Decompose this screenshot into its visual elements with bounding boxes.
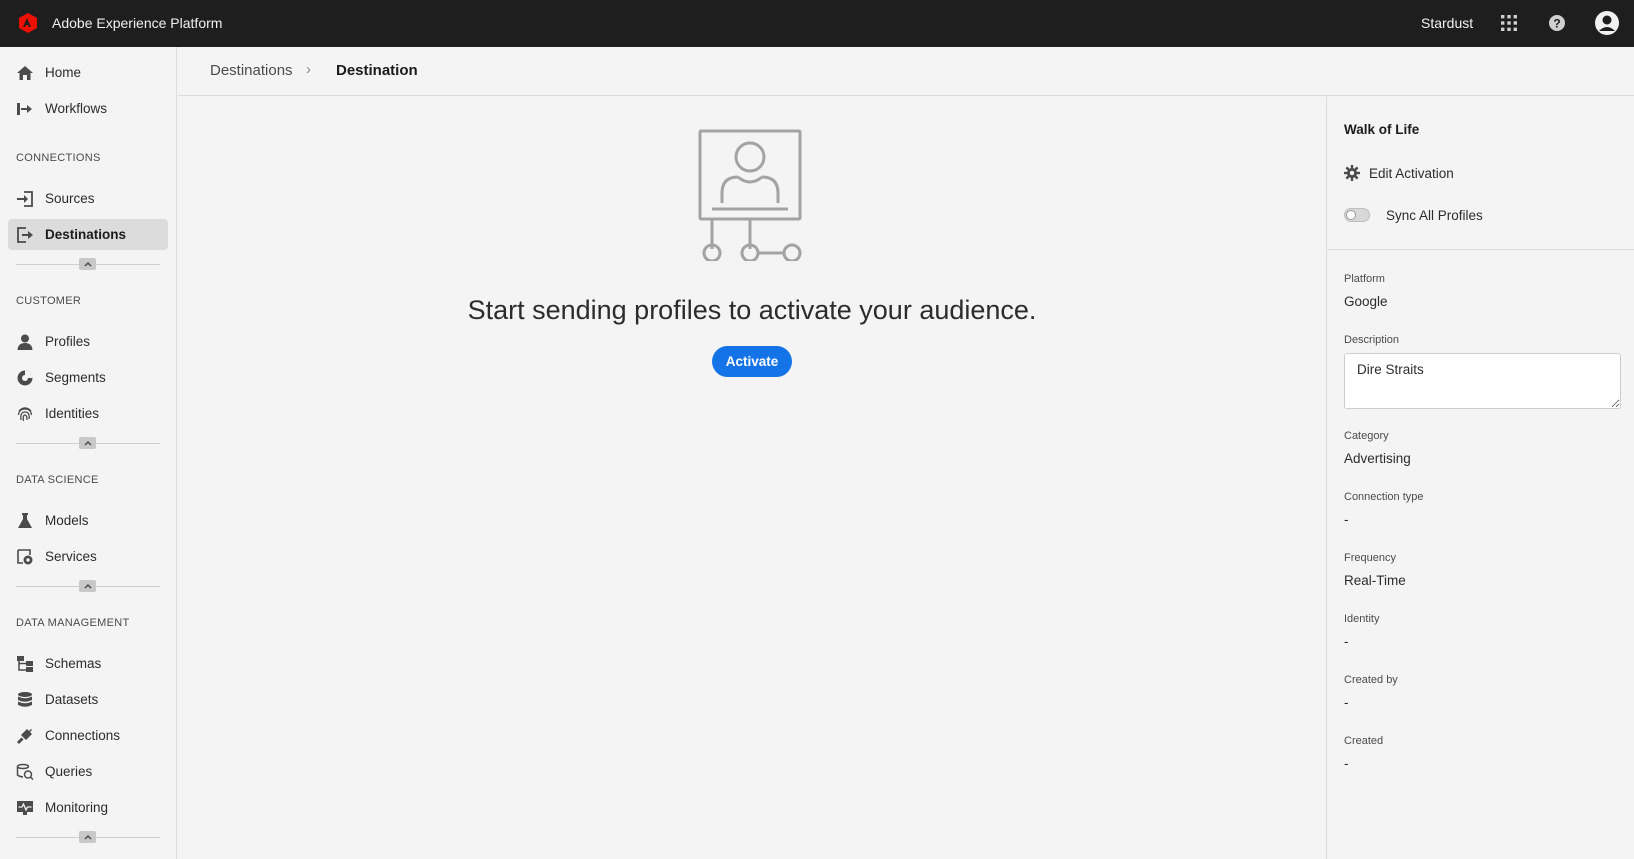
user-avatar-icon[interactable] [1594, 10, 1620, 36]
sync-all-profiles-toggle[interactable]: Sync All Profiles [1344, 205, 1483, 225]
nav-item-workflows[interactable]: Workflows [8, 93, 168, 124]
nav-item-profiles[interactable]: Profiles [8, 326, 168, 357]
activate-button[interactable]: Activate [712, 346, 792, 377]
nav-item-label: Models [45, 513, 89, 528]
breadcrumb-destinations[interactable]: Destinations [210, 62, 293, 79]
plug-icon [16, 727, 34, 745]
nav-item-label: Destinations [45, 227, 127, 242]
nav-item-label: Datasets [45, 692, 99, 707]
nav-item-label: Home [45, 65, 82, 80]
nav-item-sources[interactable]: Sources [8, 183, 168, 214]
collapse-chevron-up-icon[interactable] [79, 831, 96, 843]
edit-activation-label: Edit Activation [1369, 165, 1454, 181]
category-label: Category [1344, 430, 1389, 442]
org-switcher[interactable]: Stardust [1421, 15, 1473, 31]
gear-icon [1344, 165, 1360, 181]
nav-item-label: Profiles [45, 334, 91, 349]
breadcrumb-separator-icon: › [306, 61, 311, 78]
toggle-switch[interactable] [1344, 208, 1370, 222]
nav-item-monitoring[interactable]: Monitoring [8, 792, 168, 823]
svg-text:?: ? [1553, 17, 1560, 31]
section-label-data-science: DATA SCIENCE [16, 474, 99, 486]
fingerprint-icon [16, 405, 34, 423]
monitoring-icon [16, 799, 34, 817]
identity-label: Identity [1344, 613, 1380, 625]
description-label: Description [1344, 334, 1400, 346]
nav-item-label: Connections [45, 728, 121, 743]
section-label-customer: CUSTOMER [16, 295, 82, 307]
left-nav: Home Workflows CONNECTIONS Sources Desti… [0, 47, 177, 859]
created-label: Created [1344, 735, 1384, 747]
collapse-data-management [16, 831, 160, 843]
destination-name: Walk of Life [1344, 122, 1420, 137]
nav-item-datasets[interactable]: Datasets [8, 684, 168, 715]
help-icon[interactable]: ? [1546, 12, 1568, 34]
profiles-icon [16, 333, 34, 351]
identity-value: - [1344, 634, 1349, 649]
top-bar: Adobe Experience Platform Stardust ? [0, 0, 1634, 47]
divider [1327, 249, 1634, 250]
section-label-data-management: DATA MANAGEMENT [16, 617, 130, 629]
platform-value: Google [1344, 294, 1388, 309]
nav-item-label: Queries [45, 764, 93, 779]
nav-item-queries[interactable]: Queries [8, 756, 168, 787]
collapse-customer [16, 437, 160, 449]
schemas-icon [16, 655, 34, 673]
adobe-logo-icon[interactable] [17, 12, 39, 34]
details-rail: Walk of Life Edit Activation Sync All Pr… [1326, 97, 1634, 859]
app-switcher-icon[interactable] [1498, 12, 1520, 34]
nav-item-label: Schemas [45, 656, 102, 671]
nav-item-connections[interactable]: Connections [8, 720, 168, 751]
destinations-icon [16, 226, 34, 244]
collapse-chevron-up-icon[interactable] [79, 437, 96, 449]
nav-item-label: Segments [45, 370, 106, 385]
created-by-label: Created by [1344, 674, 1398, 686]
app-title[interactable]: Adobe Experience Platform [52, 15, 222, 31]
nav-item-identities[interactable]: Identities [8, 398, 168, 429]
nav-item-segments[interactable]: Segments [8, 362, 168, 393]
collapse-chevron-up-icon[interactable] [79, 580, 96, 592]
nav-item-schemas[interactable]: Schemas [8, 648, 168, 679]
collapse-chevron-up-icon[interactable] [79, 258, 96, 270]
sources-icon [16, 190, 34, 208]
empty-state-title: Start sending profiles to activate your … [467, 295, 1037, 325]
nav-item-label: Monitoring [45, 800, 109, 815]
frequency-value: Real-Time [1344, 573, 1406, 588]
home-icon [16, 64, 34, 82]
database-icon [16, 691, 34, 709]
nav-item-label: Sources [45, 191, 95, 206]
nav-item-models[interactable]: Models [8, 505, 168, 536]
platform-label: Platform [1344, 273, 1385, 285]
services-icon [16, 548, 34, 566]
queries-icon [16, 763, 34, 781]
nav-item-label: Services [45, 549, 97, 564]
workflows-icon [16, 100, 34, 118]
section-label-connections: CONNECTIONS [16, 152, 101, 164]
audience-activation-illustration-icon [698, 129, 804, 263]
sync-all-profiles-label: Sync All Profiles [1386, 207, 1483, 223]
main-content: Start sending profiles to activate your … [178, 97, 1326, 859]
collapse-data-science [16, 580, 160, 592]
nav-item-services[interactable]: Services [8, 541, 168, 572]
flask-icon [16, 512, 34, 530]
created-value: - [1344, 756, 1349, 771]
segments-icon [16, 369, 34, 387]
connection-type-value: - [1344, 512, 1349, 527]
nav-item-label: Workflows [45, 101, 108, 116]
frequency-label: Frequency [1344, 552, 1396, 564]
nav-item-label: Identities [45, 406, 100, 421]
breadcrumb: Destinations › Destination [178, 47, 1634, 96]
edit-activation-button[interactable]: Edit Activation [1344, 163, 1454, 183]
category-value: Advertising [1344, 451, 1411, 466]
description-textarea[interactable]: Dire Straits [1344, 353, 1621, 409]
collapse-connections [16, 258, 160, 270]
nav-item-destinations[interactable]: Destinations [8, 219, 168, 250]
created-by-value: - [1344, 695, 1349, 710]
breadcrumb-current: Destination [336, 62, 418, 79]
connection-type-label: Connection type [1344, 491, 1424, 503]
nav-item-home[interactable]: Home [8, 57, 168, 88]
